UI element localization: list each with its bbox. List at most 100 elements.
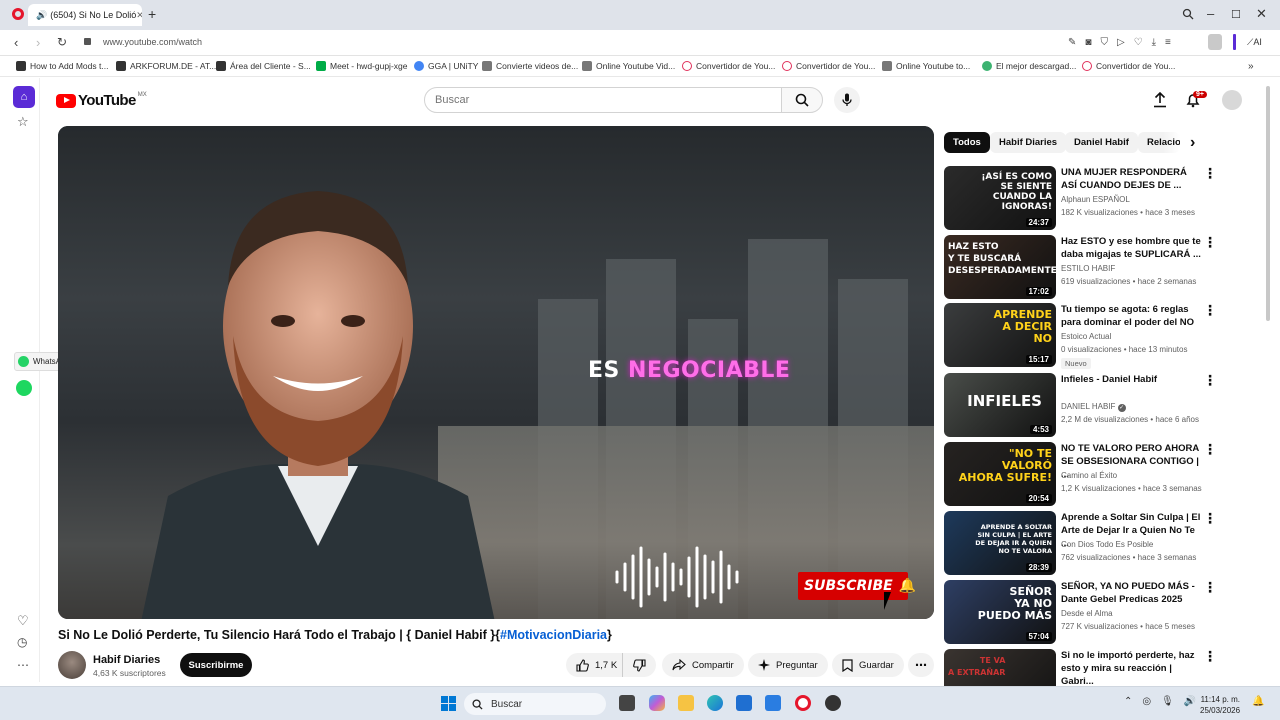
bookmark[interactable]: Meet - hwd-gupj-xge <box>316 61 407 71</box>
bookmark[interactable]: Online Youtube Vid... <box>582 61 675 71</box>
search-input[interactable] <box>424 87 782 113</box>
bookmark[interactable]: Convertidor de You... <box>682 61 775 71</box>
video-title[interactable]: UNA MUJER RESPONDERÁ ASÍ CUANDO DEJES DE… <box>1061 166 1201 192</box>
recommendation-card[interactable]: ¡ASÍ ES COMO SE SIENTE CUANDO LA IGNORAS… <box>944 166 1260 230</box>
edge-icon[interactable] <box>707 695 723 711</box>
video-title[interactable]: Infieles - Daniel Habif <box>1061 373 1201 386</box>
ask-button[interactable]: Preguntar <box>748 653 828 677</box>
browser-tab[interactable]: 🔊 (6504) Si No Le Dolió ✕ <box>28 4 142 26</box>
taskbar-search[interactable]: Buscar <box>464 693 606 715</box>
more-actions-button[interactable]: ⋯ <box>908 653 934 677</box>
whatsapp-icon[interactable] <box>18 356 29 367</box>
more-options-icon[interactable]: ⋮ <box>1203 166 1217 180</box>
microphone-icon[interactable]: 🎙 <box>1161 696 1174 707</box>
store-icon[interactable] <box>736 695 752 711</box>
copilot-icon[interactable] <box>649 695 665 711</box>
recommendation-card[interactable]: HAZ ESTO Y TE BUSCARÁ DESESPERADAMENTE..… <box>944 235 1260 299</box>
search-button[interactable] <box>781 87 823 113</box>
spotify-icon[interactable] <box>16 380 32 396</box>
page-scrollbar[interactable] <box>1266 86 1270 321</box>
new-tab-button[interactable]: + <box>148 6 156 22</box>
close-tab-icon[interactable]: ✕ <box>136 10 142 21</box>
more-options-icon[interactable]: ⋮ <box>1203 442 1217 456</box>
more-options-icon[interactable]: ⋮ <box>1203 235 1217 249</box>
save-button[interactable]: Guardar <box>832 653 904 677</box>
camera-icon[interactable]: ◙ <box>1085 37 1091 48</box>
more-icon[interactable]: ⋯ <box>17 658 29 672</box>
video-thumbnail[interactable]: APRENDE A DECIR NO 15:17 <box>944 303 1056 367</box>
search-tabs-icon[interactable] <box>1182 8 1194 23</box>
video-thumbnail[interactable]: ¡ASÍ ES COMO SE SIENTE CUANDO LA IGNORAS… <box>944 166 1056 230</box>
notifications-bell-icon[interactable]: 🔔 <box>1252 696 1264 707</box>
channel-name[interactable]: Con Dios Todo Es Posible <box>1061 540 1153 549</box>
more-options-icon[interactable]: ⋮ <box>1203 373 1217 387</box>
chevron-right-icon[interactable]: › <box>1190 134 1195 152</box>
play-icon[interactable]: ▷ <box>1117 37 1125 48</box>
bookmark[interactable]: Convierte videos de... <box>482 61 578 71</box>
reload-icon[interactable]: ↻ <box>57 35 67 49</box>
heart-icon[interactable]: ♡ <box>1134 37 1143 48</box>
more-options-icon[interactable]: ⋮ <box>1203 580 1217 594</box>
channel-name[interactable]: Habif Diaries <box>93 654 160 666</box>
minimize-button[interactable]: – <box>1207 6 1214 21</box>
channel-name[interactable]: Camino al Éxito <box>1061 471 1117 480</box>
subscribe-button[interactable]: Suscribirme <box>180 653 252 677</box>
recommendation-card[interactable]: SEÑOR YA NO PUEDO MÁS 57:04 SEÑOR, YA NO P… <box>944 580 1260 644</box>
channel-name[interactable]: Desde el Alma <box>1061 609 1113 618</box>
youtube-logo[interactable]: YouTube MX <box>56 92 147 109</box>
channel-name[interactable]: ESTILO HABIF <box>1061 264 1115 273</box>
video-thumbnail[interactable]: INFIELES 4:53 <box>944 373 1056 437</box>
history-icon[interactable]: ◷ <box>17 635 27 649</box>
video-title[interactable]: Haz ESTO y ese hombre que te daba migaja… <box>1061 235 1201 261</box>
recommendation-card[interactable]: INFIELES 4:53 Infieles - Daniel Habif DANIE… <box>944 373 1260 437</box>
bookmark[interactable]: GGA | UNiTY <box>414 61 478 71</box>
edit-icon[interactable]: ✎ <box>1068 37 1076 48</box>
chip-relacionado[interactable]: Relacio <box>1138 132 1180 153</box>
chip-todos[interactable]: Todos <box>944 132 990 153</box>
chip-habif-diaries[interactable]: Habif Diaries <box>990 132 1067 153</box>
video-player[interactable]: ES NEGOCIABLE SUBSCRIBE 🔔 <box>58 126 934 619</box>
opera-taskbar-icon[interactable] <box>795 695 811 711</box>
app-icon[interactable] <box>825 695 841 711</box>
download-icon[interactable]: ⤓ <box>1152 37 1156 48</box>
bookmark[interactable]: Convertidor de You... <box>782 61 875 71</box>
video-title[interactable]: Tu tiempo se agota: 6 reglas para domina… <box>1061 303 1201 329</box>
heart-icon[interactable]: ♡ <box>17 613 29 629</box>
menu-icon[interactable]: ≡ <box>1165 37 1171 48</box>
video-title[interactable]: Si no le importó perderte, haz esto y mi… <box>1061 649 1201 688</box>
like-button[interactable]: 1,7 K <box>566 653 630 677</box>
video-thumbnail[interactable]: SEÑOR YA NO PUEDO MÁS 57:04 <box>944 580 1056 644</box>
bookmark[interactable]: Área del Cliente - S... <box>216 61 311 71</box>
sidebar-toggle-icon[interactable] <box>1233 34 1236 50</box>
speaker-icon[interactable]: 🔊 <box>36 10 47 21</box>
more-options-icon[interactable]: ⋮ <box>1203 511 1217 525</box>
bookmark[interactable]: Convertidor de You... <box>1082 61 1175 71</box>
shield-icon[interactable]: ⛉ <box>1100 37 1108 48</box>
more-bookmarks-icon[interactable]: » <box>1248 61 1254 72</box>
forward-icon[interactable]: › <box>36 35 40 50</box>
bookmark[interactable]: Online Youtube to... <box>882 61 970 71</box>
taskbar-clock[interactable]: 11:14 p. m. 25/03/2026 <box>1200 694 1240 716</box>
video-title[interactable]: SEÑOR, YA NO PUEDO MÁS - Dante Gebel Pre… <box>1061 580 1201 606</box>
recommendation-card[interactable]: "NO TE VALORÓ AHORA SUFRE! 20:54 NO TE VA… <box>944 442 1260 506</box>
profile-icon[interactable] <box>1208 34 1222 50</box>
upload-icon[interactable] <box>1153 91 1167 111</box>
back-icon[interactable]: ‹ <box>14 35 18 50</box>
dislike-button[interactable] <box>622 653 656 677</box>
maximize-button[interactable]: ☐ <box>1231 8 1241 21</box>
recommendation-card[interactable]: APRENDE A DECIR NO 15:17 Tu tiempo se agot… <box>944 303 1260 369</box>
close-window-button[interactable]: ✕ <box>1256 6 1267 22</box>
channel-name[interactable]: Estoico Actual <box>1061 332 1111 341</box>
channel-name[interactable]: Alphaun ESPAÑOL <box>1061 195 1130 204</box>
hashtag-link[interactable]: #MotivacionDiaria <box>500 628 607 642</box>
share-button[interactable]: Compartir <box>662 653 744 677</box>
bookmark[interactable]: ARKFORUM.DE - AT... <box>116 61 216 71</box>
lock-icon[interactable] <box>84 38 91 45</box>
home-icon[interactable]: ⌂ <box>13 86 35 108</box>
windows-start-icon[interactable] <box>441 696 456 711</box>
volume-icon[interactable]: 🔊 <box>1184 696 1196 707</box>
account-avatar[interactable] <box>1222 90 1242 110</box>
video-thumbnail[interactable]: "NO TE VALORÓ AHORA SUFRE! 20:54 <box>944 442 1056 506</box>
channel-avatar[interactable] <box>58 651 86 679</box>
chip-daniel-habif[interactable]: Daniel Habif <box>1065 132 1138 153</box>
